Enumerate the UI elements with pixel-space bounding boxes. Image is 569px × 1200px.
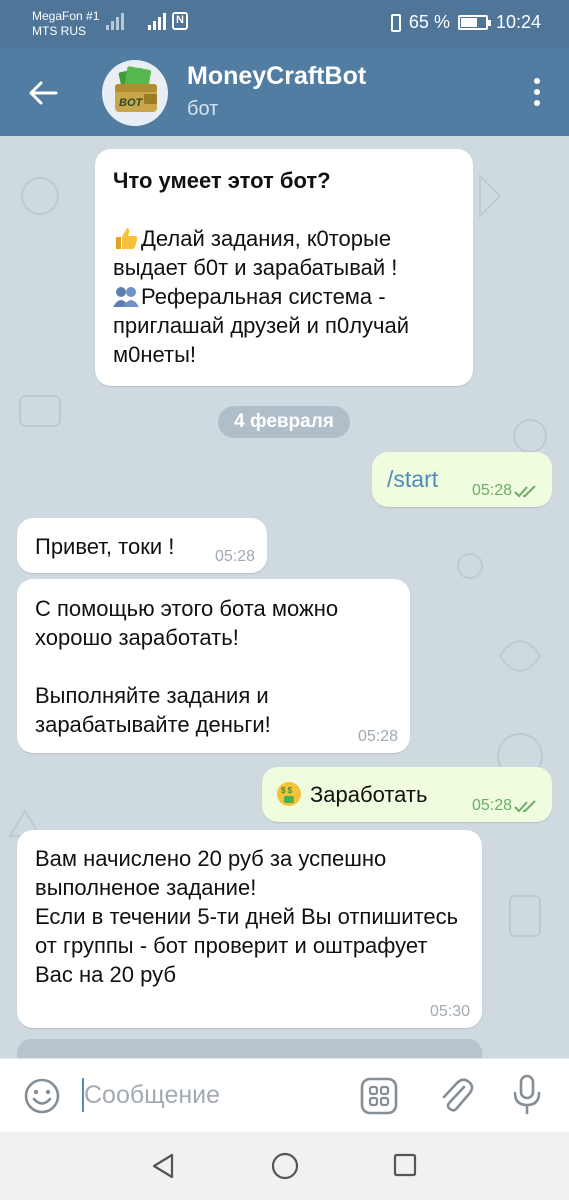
- message-incoming[interactable]: С помощью этого бота можно хорошо зарабо…: [17, 579, 410, 753]
- chat-subtitle: бот: [187, 98, 219, 120]
- carrier-primary: MegaFon #1: [32, 9, 100, 23]
- arrow-left-icon[interactable]: [26, 76, 60, 110]
- double-check-icon: [514, 800, 536, 813]
- bot-description-body: Делай задания, к0торые выдает б0т и зара…: [113, 224, 455, 369]
- chat-title[interactable]: MoneyCraftBot: [187, 62, 366, 91]
- bot-avatar[interactable]: BOT: [102, 60, 168, 126]
- message-text[interactable]: /start: [387, 466, 438, 492]
- battery-icon: [457, 15, 491, 30]
- message-time: 05:28: [471, 482, 512, 499]
- nav-recents-icon[interactable]: [393, 1153, 417, 1177]
- bot-description-title: Что умеет этот бот?: [113, 168, 331, 193]
- message-outgoing[interactable]: /start 05:28: [372, 452, 552, 507]
- thumbs-up-icon: [116, 228, 138, 249]
- message-text[interactable]: Заработать: [310, 782, 427, 807]
- bot-description-line1: Делай задания, к0торые выдает б0т и зара…: [113, 226, 398, 280]
- status-bar: MegaFon #1 MTS RUS N 65 % 10:24: [0, 0, 569, 48]
- smile-icon[interactable]: [23, 1077, 61, 1115]
- double-check-icon: [514, 485, 536, 498]
- carrier-secondary: MTS RUS: [32, 24, 86, 38]
- signal-strength-icon: [148, 12, 166, 30]
- message-time: 05:30: [429, 1003, 470, 1020]
- status-right: 65 % 10:24: [390, 12, 541, 33]
- chat-header: BOT MoneyCraftBot бот: [0, 48, 569, 136]
- message-composer: [0, 1058, 569, 1132]
- more-vertical-icon[interactable]: [533, 78, 541, 106]
- vibrate-icon: [390, 13, 401, 32]
- message-text[interactable]: Вам начислено 20 руб за успешно выполнен…: [35, 844, 464, 989]
- microphone-icon[interactable]: [510, 1074, 544, 1116]
- message-text[interactable]: Привет, токи !: [35, 534, 174, 559]
- money-mouth-face-icon: $ $: [277, 782, 301, 806]
- bot-description-card: Что умеет этот бот? Делай задания, к0тор…: [95, 149, 473, 386]
- avatar-text: BOT: [119, 97, 144, 109]
- nav-home-icon[interactable]: [270, 1151, 300, 1181]
- system-nav-bar: [0, 1132, 569, 1200]
- message-time: 05:28: [471, 797, 512, 814]
- message-time: 05:28: [357, 728, 398, 745]
- message-incoming[interactable]: Привет, токи ! 05:28: [17, 518, 267, 573]
- svg-text:$ $: $ $: [281, 786, 293, 795]
- message-outgoing[interactable]: $ $ Заработать 05:28: [262, 767, 552, 822]
- paperclip-icon[interactable]: [436, 1075, 476, 1115]
- bot-description-line2: Реферальная система - приглашай друзей и…: [113, 284, 410, 367]
- clock: 10:24: [495, 12, 541, 32]
- date-separator: 4 февраля: [218, 406, 350, 438]
- chat-area[interactable]: Что умеет этот бот? Делай задания, к0тор…: [0, 136, 569, 1058]
- people-icon: [113, 287, 139, 307]
- message-partial[interactable]: [17, 1039, 482, 1058]
- message-input[interactable]: [84, 1075, 344, 1115]
- battery-percent: 65 %: [408, 12, 450, 32]
- carrier-info: MegaFon #1 MTS RUS: [32, 9, 99, 39]
- message-text[interactable]: С помощью этого бота можно хорошо зарабо…: [35, 594, 392, 739]
- nav-back-icon[interactable]: [150, 1152, 176, 1180]
- nfc-icon: N: [172, 12, 188, 30]
- wallet-icon: BOT: [115, 66, 157, 112]
- signal-strength-icon: [106, 12, 124, 30]
- grid-icon[interactable]: [360, 1077, 398, 1115]
- message-time: 05:28: [214, 548, 255, 565]
- signal-indicators: N: [106, 12, 188, 30]
- message-incoming[interactable]: Вам начислено 20 руб за успешно выполнен…: [17, 830, 482, 1028]
